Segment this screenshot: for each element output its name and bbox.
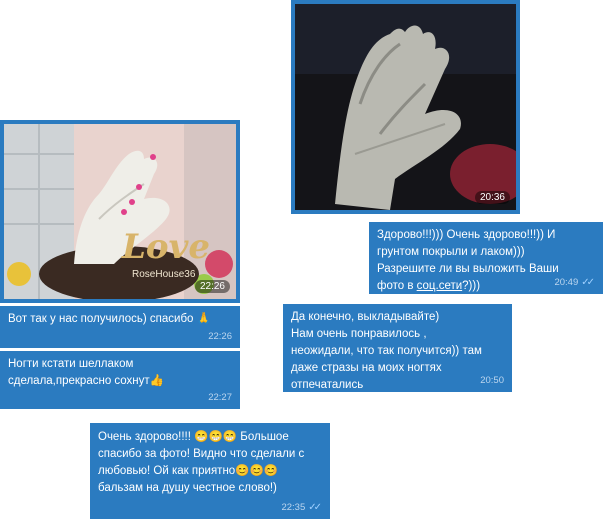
message-time: 22:26 <box>208 331 232 342</box>
grin-emoji-icon: 😁😁😁 <box>194 431 238 443</box>
message-time: 22:27 <box>208 392 232 403</box>
love-watermark: Love <box>121 227 210 267</box>
love-watermark-small: RoseHouse36 <box>132 269 196 280</box>
photo-hands-top[interactable]: 20:36 <box>291 0 520 214</box>
message-text: Ногти кстати шеллаком сделала,прекрасно … <box>8 356 232 390</box>
message-meta: 20:49 ✓✓ <box>554 274 595 291</box>
read-receipt-icon: ✓✓ <box>581 277 595 288</box>
message-text: Да конечно, выкладывайте) Нам очень понр… <box>291 311 482 391</box>
message-meta: 22:35 ✓✓ <box>281 499 322 516</box>
photo-timestamp: 22:26 <box>194 280 230 293</box>
smile-emoji-icon: 😊😊😊 <box>235 465 279 477</box>
message-bubble[interactable]: Да конечно, выкладывайте) Нам очень понр… <box>283 304 512 392</box>
message-meta: 22:26 <box>208 328 232 345</box>
photo-hands-love[interactable]: Love RoseHouse36 22:26 <box>0 120 240 303</box>
thumbs-up-emoji-icon: 👍 <box>149 375 165 387</box>
message-meta: 22:27 <box>208 389 232 406</box>
message-text: Вот так у нас получилось) спасибо 🙏 <box>8 311 232 328</box>
message-bubble[interactable]: Ногти кстати шеллаком сделала,прекрасно … <box>0 351 240 409</box>
social-link[interactable]: соц.сети <box>417 280 463 292</box>
message-text: Очень здорово!!!! 😁😁😁 Большое спасибо за… <box>98 431 305 494</box>
photo-timestamp: 20:36 <box>474 191 510 204</box>
message-meta: 20:50 <box>480 372 504 389</box>
message-bubble[interactable]: Здорово!!!))) Очень здорово!!!)) И грунт… <box>369 222 603 294</box>
message-time: 22:35 <box>281 502 306 513</box>
message-time: 20:49 <box>554 277 579 288</box>
message-bubble[interactable]: Очень здорово!!!! 😁😁😁 Большое спасибо за… <box>90 423 330 519</box>
read-receipt-icon: ✓✓ <box>308 502 322 513</box>
pray-emoji-icon: 🙏 <box>196 313 211 325</box>
photo-image: Love RoseHouse36 <box>4 124 236 299</box>
photo-image <box>295 4 516 210</box>
message-time: 20:50 <box>480 375 504 386</box>
message-bubble[interactable]: Вот так у нас получилось) спасибо 🙏 22:2… <box>0 306 240 348</box>
